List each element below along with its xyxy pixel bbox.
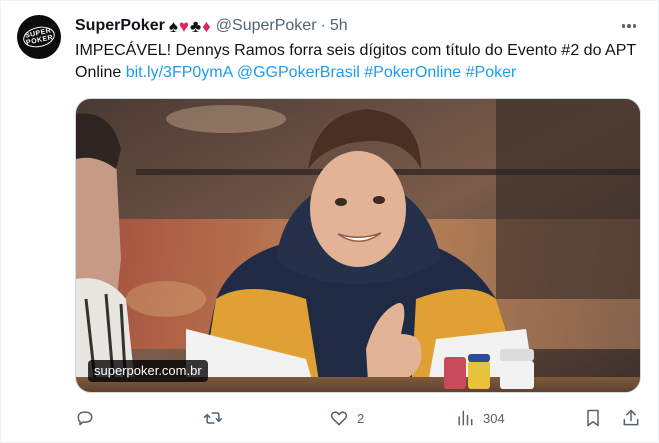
views-button[interactable]: 304 <box>455 405 505 431</box>
more-dot <box>621 24 626 28</box>
more-dot <box>632 24 637 28</box>
club-icon: ♣ <box>189 16 202 36</box>
tweet-header: SuperPoker ♠ ♥ ♣ ♦ @SuperPoker · 5h <box>75 15 348 37</box>
share-icon <box>623 409 639 426</box>
heart-icon <box>330 411 348 426</box>
action-bar: 2 304 <box>75 405 641 431</box>
display-name[interactable]: SuperPoker <box>75 17 165 35</box>
short-link[interactable]: bit.ly/3FP0ymA <box>126 64 233 81</box>
like-count: 2 <box>357 410 365 426</box>
reply-button[interactable] <box>75 405 95 431</box>
tweet-text: IMPECÁVEL! Dennys Ramos forra seis dígit… <box>75 40 645 84</box>
hashtag-link[interactable]: #PokerOnline <box>364 64 461 81</box>
hashtag-link[interactable]: #Poker <box>466 64 517 81</box>
retweet-icon <box>203 412 223 424</box>
spade-icon: ♠ <box>168 16 178 36</box>
diamond-icon: ♦ <box>202 16 211 36</box>
dot-separator: · <box>320 17 326 34</box>
tweet-media[interactable]: superpoker.com.br <box>75 98 641 393</box>
views-count: 304 <box>483 410 505 426</box>
link-domain-badge[interactable]: superpoker.com.br <box>88 360 208 382</box>
like-button[interactable]: 2 <box>329 405 364 431</box>
tweet-card[interactable]: SUPER POKER SuperPoker ♠ ♥ ♣ ♦ @SuperPok… <box>0 0 659 443</box>
avatar[interactable]: SUPER POKER <box>17 15 61 59</box>
media-photo <box>76 99 640 392</box>
share-button[interactable] <box>621 405 641 431</box>
timestamp[interactable]: 5h <box>330 17 348 35</box>
more-dot <box>627 24 631 28</box>
user-handle[interactable]: @SuperPoker <box>216 17 317 35</box>
more-options-button[interactable] <box>618 15 640 37</box>
bookmark-button[interactable] <box>583 405 603 431</box>
mention-link[interactable]: @GGPokerBrasil <box>237 64 360 81</box>
name-suits: ♠ ♥ ♣ ♦ <box>169 18 212 35</box>
views-bar-chart-icon <box>458 410 473 426</box>
bookmark-icon <box>587 409 599 427</box>
reply-icon <box>77 411 93 426</box>
retweet-button[interactable] <box>203 405 223 431</box>
heart-suit-icon: ♥ <box>178 16 189 36</box>
